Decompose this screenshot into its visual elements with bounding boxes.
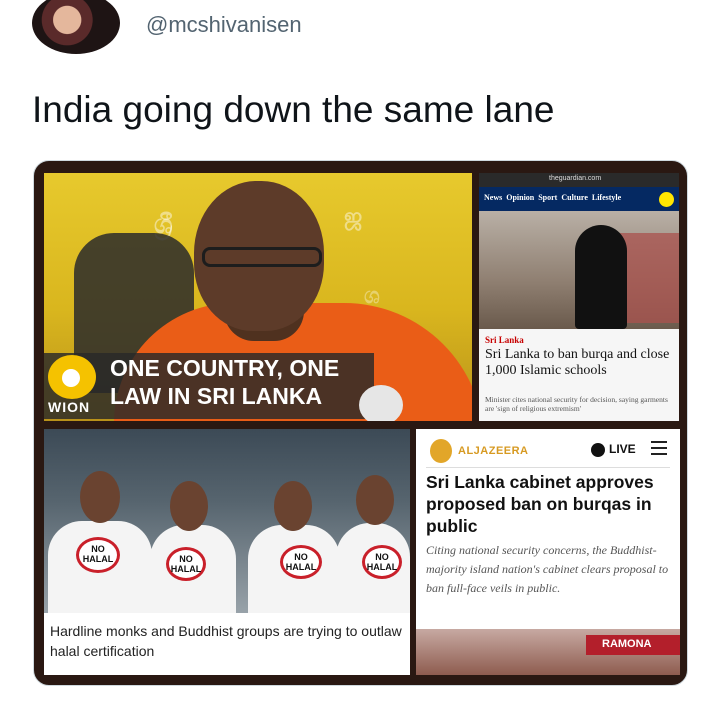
menu-icon — [659, 192, 674, 207]
browser-url: theguardian.com — [549, 175, 602, 182]
user-handle[interactable]: @mcshivanisen — [146, 12, 302, 38]
halal-protest-panel: NO HALAL NO HALAL NO HALAL NO HALAL Hard… — [44, 429, 410, 675]
guardian-standfirst: Minister cites national security for dec… — [485, 395, 668, 413]
aljazeera-article-panel: ALJAZEERA LIVE Sri Lanka cabinet approve… — [416, 429, 680, 675]
guardian-nav-items: News Opinion Sport Culture Lifestyle — [484, 193, 622, 202]
aljazeera-logo-icon — [430, 439, 452, 463]
no-halal-badge: NO HALAL — [166, 547, 206, 581]
aljazeera-headline: Sri Lanka cabinet approves proposed ban … — [426, 472, 654, 536]
guardian-headline: Sri Lanka to ban burqa and close 1,000 I… — [485, 347, 670, 378]
wion-news-panel: ශ්‍රී ஜ ශ WION ONE COUNTRY, ONE LAW IN S… — [44, 173, 472, 421]
wion-channel-label: WION — [48, 399, 91, 415]
live-play-icon — [591, 443, 605, 457]
protester-face — [80, 471, 120, 523]
burqa-figure — [575, 225, 627, 329]
tweet-text: India going down the same lane — [32, 89, 555, 130]
background-sign-text-2: ஜ — [344, 203, 363, 228]
header-divider — [426, 467, 670, 468]
wion-headline-line2: LAW IN SRI LANKA — [110, 383, 323, 409]
wion-headline-line1: ONE COUNTRY, ONE — [110, 355, 340, 381]
guardian-kicker: Sri Lanka — [485, 335, 524, 345]
live-label: LIVE — [609, 442, 636, 456]
protester-face — [274, 481, 312, 531]
microphone-icon — [359, 385, 403, 421]
protester-face — [356, 475, 394, 525]
wion-logo-dot — [62, 369, 80, 387]
guardian-article-panel: theguardian.com News Opinion Sport Cultu… — [479, 173, 679, 421]
building-shape — [619, 233, 679, 323]
aljazeera-brand: ALJAZEERA — [458, 445, 529, 457]
hamburger-menu-icon-bar — [651, 447, 667, 449]
tweet-media-collage[interactable]: ශ්‍රී ஜ ශ WION ONE COUNTRY, ONE LAW IN S… — [33, 160, 688, 686]
avatar[interactable] — [32, 0, 120, 54]
shop-sign-text: RAMONA — [602, 638, 652, 650]
halal-caption: Hardline monks and Buddhist groups are t… — [50, 623, 402, 659]
aljazeera-standfirst: Citing national security concerns, the B… — [426, 543, 669, 595]
no-halal-badge: NO HALAL — [362, 545, 402, 579]
no-halal-badge: NO HALAL — [76, 537, 120, 573]
protester-face — [170, 481, 208, 531]
glasses — [202, 247, 322, 267]
no-halal-badge: NO HALAL — [280, 545, 322, 579]
